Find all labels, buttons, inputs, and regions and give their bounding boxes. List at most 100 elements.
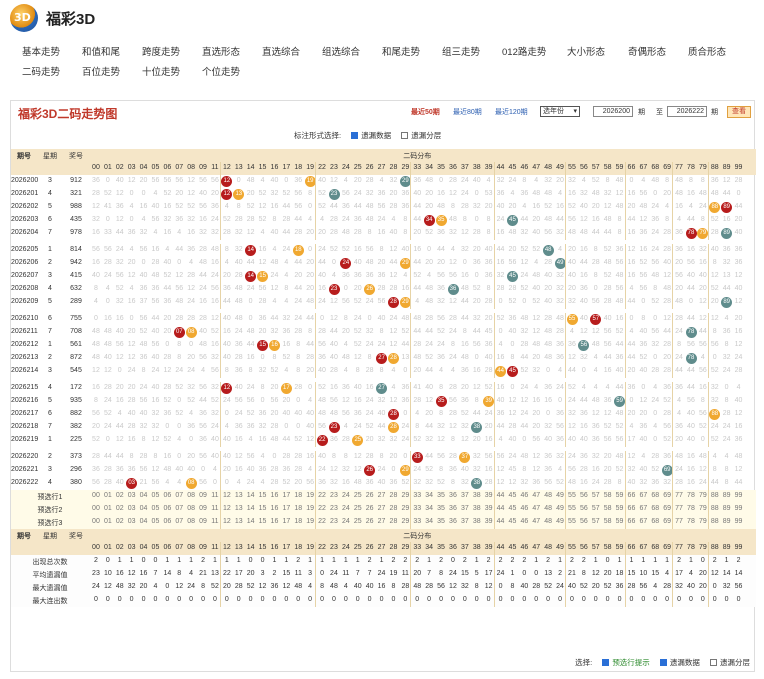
missing-value: 48 [413, 354, 422, 361]
nav-item-9[interactable]: 大小形态 [567, 44, 605, 58]
missing-value: 56 [449, 272, 457, 279]
preselect-checkbox[interactable] [602, 658, 610, 666]
nav-item-15[interactable]: 个位走势 [202, 64, 240, 78]
missing-value: 44 [425, 453, 434, 460]
missing-value: 48 [544, 354, 553, 361]
to-issue-input[interactable]: 2026222 [667, 106, 707, 117]
nav-item-5[interactable]: 组选综合 [322, 44, 360, 58]
group-divider [672, 490, 674, 503]
preselect-pair-99: 99 [734, 518, 743, 525]
missing-value: 12 [710, 272, 719, 279]
year-select[interactable]: 选年份 ▾ [540, 106, 580, 117]
missing-value: 28 [258, 298, 267, 305]
nav-item-7[interactable]: 组三走势 [442, 44, 480, 58]
missing-value: 44 [115, 229, 124, 236]
missing-value: 44 [425, 423, 434, 430]
prize-number: 978 [70, 229, 82, 236]
hit-ball-89: 89 [721, 202, 733, 213]
missing-layer-checkbox[interactable] [401, 131, 409, 139]
group-divider [410, 214, 412, 227]
missing-value: 44 [115, 453, 124, 460]
group-divider [624, 326, 626, 339]
pair-header-77: 77 [675, 164, 683, 171]
nav-item-10[interactable]: 奇偶形态 [628, 44, 666, 58]
missing-value: 28 [353, 229, 362, 236]
nav-item-8[interactable]: 012路走势 [502, 44, 546, 58]
missing-value: 32 [115, 259, 124, 266]
fucai-logo[interactable]: 3D [10, 4, 38, 32]
group-divider [565, 339, 566, 352]
preselect-pair-66: 66 [627, 492, 636, 499]
preselect-pair-17: 17 [282, 492, 291, 499]
group-divider [624, 283, 626, 296]
missing-value: 44 [734, 479, 743, 486]
stat-value: 8 [201, 583, 205, 590]
missing-value: 52 [496, 315, 505, 322]
query-button[interactable]: 查看 [727, 106, 751, 118]
missing-value: 12 [115, 436, 124, 443]
recent-80-link[interactable]: 最近80期 [453, 107, 482, 117]
stat-value: 2 [510, 557, 515, 564]
nav-item-13[interactable]: 百位走势 [82, 64, 120, 78]
missing-value: 36 [365, 272, 374, 279]
bottom-options: 选择: 预选行提示 遗漏数据 遗漏分层 [11, 657, 756, 671]
preselect-pair-09: 09 [199, 505, 207, 512]
group-divider [493, 477, 495, 490]
missing-value: 40 [687, 272, 695, 279]
stat-value: 1 [724, 557, 729, 564]
missing-value: 32 [365, 328, 374, 335]
nav-item-14[interactable]: 十位走势 [142, 64, 180, 78]
nav-item-11[interactable]: 质合形态 [688, 44, 726, 58]
missing-value: 0 [129, 216, 134, 223]
stat-value: 4 [153, 583, 158, 590]
nav-item-4[interactable]: 直选综合 [262, 44, 300, 58]
footer-missing-layer-checkbox[interactable] [710, 658, 717, 666]
recent-120-link[interactable]: 最近120期 [495, 107, 528, 117]
issue-number: 2026205 [11, 246, 39, 253]
missing-value: 16 [568, 190, 576, 197]
missing-value: 20 [734, 315, 743, 322]
preselect-pair-05: 05 [151, 492, 160, 499]
recent-50-link[interactable]: 最近50期 [411, 107, 440, 117]
group-divider [565, 542, 566, 555]
from-issue-input[interactable]: 2026200 [593, 106, 633, 117]
nav-item-6[interactable]: 和尾走势 [382, 44, 420, 58]
missing-value: 0 [117, 367, 122, 374]
nav-item-1[interactable]: 和值和尾 [82, 44, 120, 58]
header-row-1: 期号 星期 奖号 二码分布 [11, 529, 756, 542]
preselect-pair-00: 00 [92, 492, 100, 499]
stat-value: 12 [449, 583, 457, 590]
missing-value: 0 [260, 354, 265, 361]
preselect-pair-06: 06 [163, 518, 172, 525]
missing-value: 20 [627, 367, 636, 374]
week-day: 1 [48, 341, 52, 348]
missing-value: 24 [151, 367, 160, 374]
missing-data-checkbox[interactable] [351, 131, 359, 139]
stat-value: 24 [377, 570, 386, 577]
footer-missing-data-checkbox[interactable] [659, 658, 667, 666]
missing-value: 12 [496, 479, 505, 486]
stat-value: 0 [153, 557, 158, 564]
nav-item-0[interactable]: 基本走势 [22, 44, 60, 58]
group-divider [672, 188, 674, 201]
group-divider [565, 395, 566, 408]
stat-value: 15 [282, 570, 291, 577]
preselect-pair-01: 01 [103, 492, 112, 499]
nav-item-3[interactable]: 直选形态 [202, 44, 240, 58]
preselect-pair-56: 56 [579, 505, 588, 512]
missing-value: 56 [437, 315, 445, 322]
missing-value: 52 [544, 203, 553, 210]
stat-row-3: 最大遗漏值 24 12 48 32 20 4 0 12 24 8 52 20 28 52 12 36 12 48 4 8… [11, 581, 756, 594]
pair-header-02: 02 [115, 544, 124, 551]
missing-value: 4 [189, 259, 194, 266]
nav-item-12[interactable]: 二码走势 [22, 64, 60, 78]
nav-item-2[interactable]: 跨度走势 [142, 44, 180, 58]
issue-number: 2026219 [11, 436, 39, 443]
stat-value: 0 [569, 596, 574, 603]
missing-value: 48 [520, 315, 529, 322]
group-divider [624, 352, 626, 365]
stat-value: 32 [127, 583, 136, 590]
preselect-pair-67: 67 [639, 492, 648, 499]
missing-value: 40 [532, 229, 541, 236]
missing-value: 36 [734, 436, 743, 443]
